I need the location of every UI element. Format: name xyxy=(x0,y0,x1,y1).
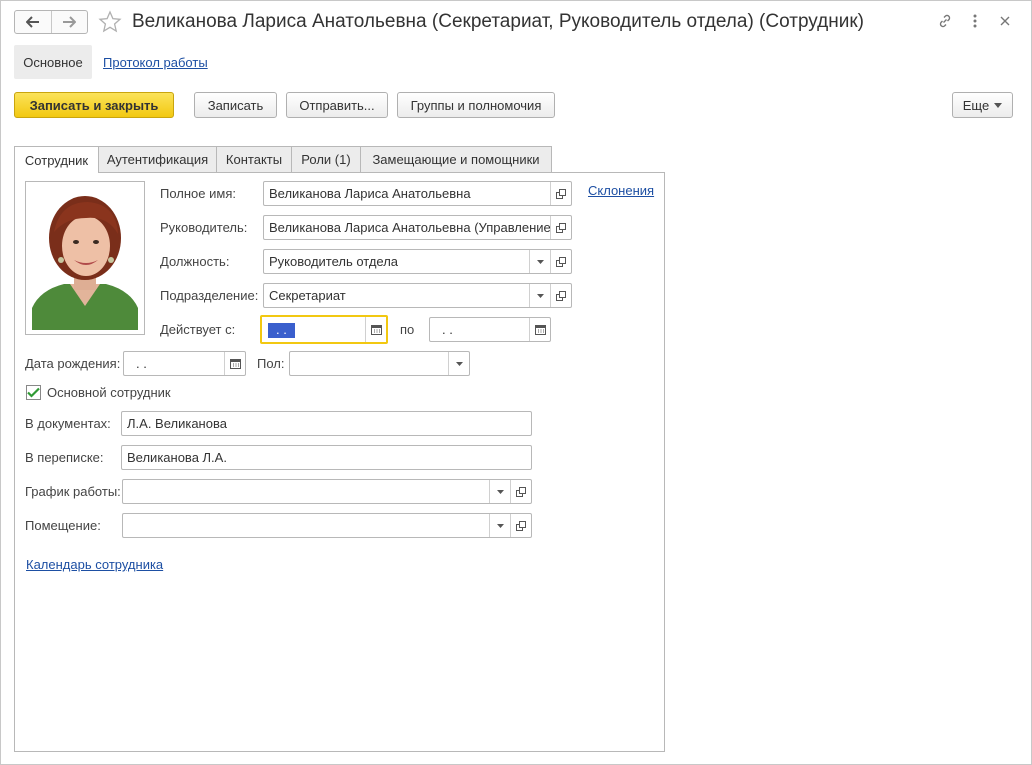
schedule-label: График работы: xyxy=(25,484,121,499)
birth-date-label: Дата рождения: xyxy=(25,356,121,371)
checkmark-icon xyxy=(27,387,40,398)
employee-photo[interactable] xyxy=(25,181,145,335)
send-button[interactable]: Отправить... xyxy=(286,92,388,118)
manager-field[interactable]: Великанова Лариса Анатольевна (Управлени… xyxy=(263,215,572,240)
tab-roles[interactable]: Роли (1) xyxy=(291,146,361,172)
open-icon[interactable] xyxy=(550,216,571,239)
birth-date-value: . . xyxy=(136,356,147,371)
position-field[interactable]: Руководитель отдела xyxy=(263,249,572,274)
dropdown-icon[interactable] xyxy=(529,250,550,273)
section-main[interactable]: Основное xyxy=(14,45,92,79)
valid-to-label: по xyxy=(400,322,415,337)
room-label: Помещение: xyxy=(25,518,101,533)
favorite-star-icon[interactable] xyxy=(97,9,123,35)
full-name-label: Полное имя: xyxy=(160,186,236,201)
department-value: Секретариат xyxy=(269,288,346,303)
dropdown-icon[interactable] xyxy=(529,284,550,307)
position-label: Должность: xyxy=(160,254,230,269)
dropdown-icon[interactable] xyxy=(489,480,510,503)
full-name-field[interactable]: Великанова Лариса Анатольевна xyxy=(263,181,572,206)
gender-label: Пол: xyxy=(257,356,285,371)
manager-value: Великанова Лариса Анатольевна (Управлени… xyxy=(269,220,550,235)
more-button[interactable]: Еще xyxy=(952,92,1013,118)
schedule-field[interactable] xyxy=(122,479,532,504)
valid-to-field[interactable]: . . xyxy=(429,317,551,342)
person-photo-icon xyxy=(30,186,140,330)
open-icon[interactable] xyxy=(510,480,531,503)
main-employee-checkbox[interactable] xyxy=(26,385,41,400)
forward-button[interactable] xyxy=(50,11,88,33)
open-icon[interactable] xyxy=(550,284,571,307)
save-and-close-button[interactable]: Записать и закрыть xyxy=(14,92,174,118)
tab-employee[interactable]: Сотрудник xyxy=(14,146,99,173)
more-menu-icon[interactable] xyxy=(965,11,985,31)
link-icon[interactable] xyxy=(935,11,955,31)
dropdown-icon[interactable] xyxy=(448,352,469,375)
window-title: Великанова Лариса Анатольевна (Секретари… xyxy=(132,11,865,32)
open-icon[interactable] xyxy=(510,514,531,537)
calendar-icon[interactable] xyxy=(365,317,386,342)
declensions-link[interactable]: Склонения xyxy=(588,183,654,198)
birth-date-field[interactable]: . . xyxy=(123,351,246,376)
department-field[interactable]: Секретариат xyxy=(263,283,572,308)
full-name-value: Великанова Лариса Анатольевна xyxy=(269,186,471,201)
valid-from-label: Действует с: xyxy=(160,322,236,337)
tab-authentication[interactable]: Аутентификация xyxy=(98,146,217,172)
tab-contacts[interactable]: Контакты xyxy=(216,146,292,172)
in-documents-value: Л.А. Великанова xyxy=(127,416,227,431)
in-mail-label: В переписке: xyxy=(25,450,104,465)
save-button[interactable]: Записать xyxy=(194,92,277,118)
employee-window: Великанова Лариса Анатольевна (Секретари… xyxy=(0,0,1032,765)
department-label: Подразделение: xyxy=(160,288,259,303)
arrow-right-icon xyxy=(63,16,77,28)
calendar-icon[interactable] xyxy=(224,352,245,375)
close-icon[interactable] xyxy=(995,11,1015,31)
in-documents-field[interactable]: Л.А. Великанова xyxy=(121,411,532,436)
back-button[interactable] xyxy=(15,11,51,33)
valid-from-value: . . xyxy=(268,322,295,338)
position-value: Руководитель отдела xyxy=(269,254,399,269)
arrow-left-icon xyxy=(25,16,39,28)
room-field[interactable] xyxy=(122,513,532,538)
calendar-icon[interactable] xyxy=(529,318,550,341)
history-nav xyxy=(14,10,88,34)
valid-to-value: . . xyxy=(442,322,453,337)
open-icon[interactable] xyxy=(550,182,571,205)
section-work-log-link[interactable]: Протокол работы xyxy=(103,55,208,70)
in-documents-label: В документах: xyxy=(25,416,111,431)
groups-permissions-button[interactable]: Группы и полномочия xyxy=(397,92,555,118)
gender-select[interactable] xyxy=(289,351,470,376)
main-employee-label: Основной сотрудник xyxy=(47,385,171,400)
employee-calendar-link[interactable]: Календарь сотрудника xyxy=(26,557,163,572)
tab-substitutes[interactable]: Замещающие и помощники xyxy=(360,146,552,172)
in-mail-field[interactable]: Великанова Л.А. xyxy=(121,445,532,470)
main-employee-checkbox-row[interactable]: Основной сотрудник xyxy=(26,385,171,400)
manager-label: Руководитель: xyxy=(160,220,248,235)
open-icon[interactable] xyxy=(550,250,571,273)
valid-from-field[interactable]: . . xyxy=(260,315,388,344)
dropdown-icon[interactable] xyxy=(489,514,510,537)
more-button-label: Еще xyxy=(962,97,990,113)
in-mail-value: Великанова Л.А. xyxy=(127,450,227,465)
chevron-down-icon xyxy=(994,102,1003,108)
